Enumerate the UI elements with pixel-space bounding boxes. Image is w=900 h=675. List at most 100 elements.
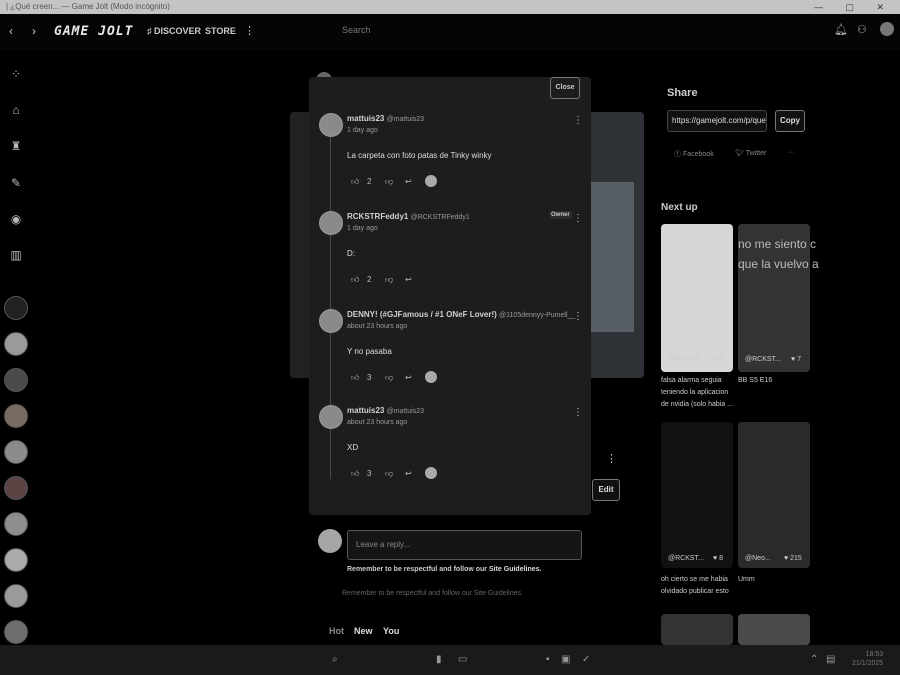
tab-hot[interactable]: Hot (329, 626, 344, 636)
comment-avatar[interactable] (319, 113, 343, 137)
store-icon[interactable]: ⌂ (9, 103, 23, 117)
author-handle: @mattuis23 (386, 116, 425, 123)
gamejolt-logo[interactable]: GAME JOLT (54, 24, 133, 39)
card-author[interactable]: @RCKST... (745, 356, 781, 363)
card-author[interactable]: @RCKST... (668, 356, 704, 363)
card-likes: ♥ 8 (713, 356, 724, 363)
comment-author[interactable]: mattuis23 @mattuis23 (347, 406, 424, 415)
sidebar-community-avatar[interactable] (4, 620, 28, 644)
next-up-card-thumbnail[interactable] (661, 614, 733, 645)
share-url-field[interactable]: https://gamejolt.com/p/que-cre (667, 110, 767, 132)
window-controls[interactable]: — ▢ ✕ (814, 0, 894, 14)
sidebar-community-avatar[interactable] (4, 548, 28, 572)
taskbar-folder-icon[interactable]: ▭ (458, 654, 467, 665)
reply-icon[interactable]: ↩ (405, 275, 412, 284)
like-icon[interactable]: 👍︎ (351, 373, 359, 383)
comment-time[interactable]: about 23 hours ago (347, 323, 407, 330)
comment-more-icon[interactable]: ⋮ (573, 407, 583, 418)
taskbar-app-icon[interactable]: ▣ (561, 654, 570, 665)
comment-time[interactable]: about 23 hours ago (347, 419, 407, 426)
card-caption[interactable]: BB S5 E16 (738, 375, 812, 387)
back-icon[interactable]: ‹ (9, 24, 13, 38)
dislike-icon[interactable]: 👎︎ (385, 177, 393, 187)
like-icon[interactable]: 👍︎ (351, 469, 359, 479)
comment-avatar[interactable] (319, 309, 343, 333)
more-share-icon[interactable]: ··· (788, 149, 795, 156)
taskbar-app-icon[interactable]: ✓ (582, 654, 590, 665)
tab-you[interactable]: You (383, 626, 399, 636)
sidebar-community-avatar[interactable] (4, 584, 28, 608)
like-icon[interactable]: 👍︎ (351, 177, 359, 187)
dislike-icon[interactable]: 👎︎ (385, 373, 393, 383)
sidebar-community-avatar[interactable] (4, 476, 28, 500)
tab-new[interactable]: New (354, 626, 373, 636)
card-author[interactable]: @RCKST... (668, 555, 704, 562)
comment-avatar[interactable] (319, 405, 343, 429)
discover-link[interactable]: ♯ DISCOVER (147, 26, 201, 36)
user-avatar[interactable] (880, 22, 894, 36)
comment-more-icon[interactable]: ⋮ (573, 115, 583, 126)
card-overlay-text: no me siento c que la vuelvo a (738, 237, 819, 271)
forward-icon[interactable]: › (32, 24, 36, 38)
more-menu-icon[interactable]: ⋮ (244, 24, 255, 37)
store-link[interactable]: STORE (205, 26, 236, 36)
next-up-card-thumbnail[interactable] (661, 422, 733, 568)
activity-icon[interactable]: ⁘ (9, 67, 23, 81)
facebook-share[interactable]: ⓕ Facebook (674, 149, 714, 159)
taskbar-app-icon[interactable]: ▪ (546, 654, 550, 665)
sidebar-community-avatar[interactable] (4, 440, 28, 464)
card-caption[interactable]: oh cierto se me habia olvidado publicar … (661, 574, 735, 598)
next-up-card-thumbnail[interactable] (661, 224, 733, 372)
reaction-avatar[interactable] (425, 371, 437, 383)
sidebar-community-avatar[interactable] (4, 368, 28, 392)
reply-icon[interactable]: ↩ (405, 469, 412, 478)
edit-button[interactable]: Edit (592, 479, 620, 501)
comment-author[interactable]: mattuis23 @mattuis23 (347, 114, 424, 123)
comment-author[interactable]: DENNY! (#GJFamous / #1 ONeF Lover!) @110… (347, 310, 575, 319)
search-input[interactable]: Search (342, 25, 371, 35)
card-author[interactable]: @Neo... (745, 555, 771, 562)
like-icon[interactable]: 👍︎ (351, 275, 359, 285)
dislike-icon[interactable]: 👎︎ (385, 275, 393, 285)
post-more-icon[interactable]: ⋮ (606, 452, 617, 465)
card-caption[interactable]: Umm (738, 574, 812, 586)
site-guidelines-link[interactable]: Site Guidelines. (489, 566, 542, 573)
sidebar-community-avatar[interactable] (4, 512, 28, 536)
quests-icon[interactable]: ✎ (9, 176, 23, 190)
site-guidelines-link-faded[interactable]: Site Guidelines. (474, 590, 523, 597)
comment-more-icon[interactable]: ⋮ (573, 311, 583, 322)
comment-actions: 👍︎ 2 👎︎ ↩ (351, 175, 471, 193)
reply-icon[interactable]: ↩ (405, 373, 412, 382)
taskbar-clock[interactable]: 18:53 21/1/2025 (852, 650, 883, 668)
next-up-card-thumbnail[interactable] (738, 422, 810, 568)
notification-bell-icon[interactable]: 🔔︎ (834, 23, 848, 36)
chat-icon[interactable]: ◉ (9, 212, 23, 226)
close-button[interactable]: Close (550, 77, 580, 99)
comment-avatar[interactable] (319, 211, 343, 235)
reply-input[interactable]: Leave a reply... (347, 530, 582, 560)
library-icon[interactable]: ▥ (9, 248, 23, 262)
backpack-icon[interactable]: ♜ (9, 139, 23, 153)
comment-time[interactable]: 1 day ago (347, 127, 378, 134)
next-up-heading: Next up (661, 202, 698, 213)
tray-network-icon[interactable]: ▤ (826, 654, 835, 665)
clock-time: 18:53 (865, 651, 884, 658)
tray-chevron-icon[interactable]: ⌃ (810, 654, 818, 665)
sidebar-community-avatar[interactable] (4, 404, 28, 428)
taskbar-search-icon[interactable]: ⌕ (332, 654, 338, 665)
dislike-icon[interactable]: 👎︎ (385, 469, 393, 479)
reaction-avatar[interactable] (425, 175, 437, 187)
reaction-avatar[interactable] (425, 467, 437, 479)
friends-icon[interactable]: ⚇ (857, 23, 867, 36)
copy-button[interactable]: Copy (775, 110, 805, 132)
comment-time[interactable]: 1 day ago (347, 225, 378, 232)
comment-author[interactable]: RCKSTRFeddy1 @RCKSTRFeddy1 (347, 212, 470, 221)
next-up-card-thumbnail[interactable] (738, 614, 810, 645)
sidebar-community-avatar[interactable] (4, 332, 28, 356)
comment-more-icon[interactable]: ⋮ (573, 213, 583, 224)
twitter-share[interactable]: 🐦︎ Twitter (735, 149, 766, 157)
taskbar-app-icon[interactable]: ▮ (436, 654, 442, 665)
reply-icon[interactable]: ↩ (405, 177, 412, 186)
sidebar-community-avatar[interactable] (4, 296, 28, 320)
card-caption[interactable]: falsa alarma seguia teniendo la aplicaci… (661, 375, 735, 411)
